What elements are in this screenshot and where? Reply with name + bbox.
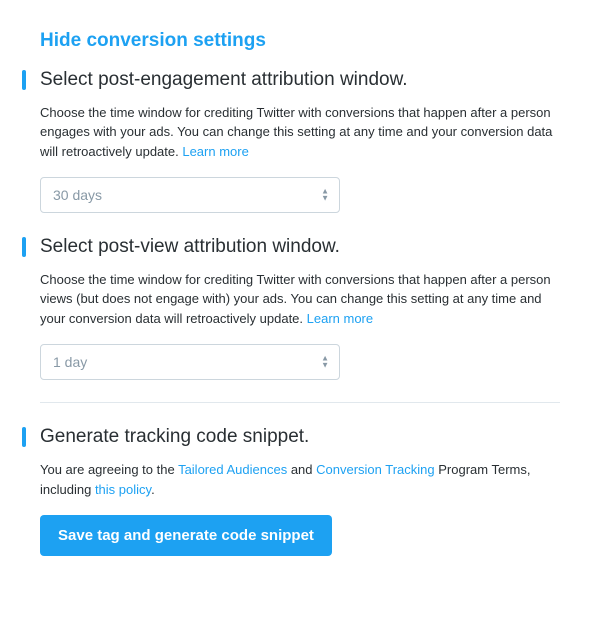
chevron-updown-icon: ▲▼ xyxy=(321,356,329,369)
conversion-tracking-link[interactable]: Conversion Tracking xyxy=(316,462,435,477)
agree-text-end: . xyxy=(151,482,155,497)
this-policy-link[interactable]: this policy xyxy=(95,482,151,497)
desc-text: Choose the time window for crediting Twi… xyxy=(40,105,552,159)
post-view-select-wrap: 1 day ▲▼ xyxy=(40,344,340,380)
generate-title: Generate tracking code snippet. xyxy=(40,425,560,450)
post-engagement-description: Choose the time window for crediting Twi… xyxy=(40,103,560,162)
select-value: 1 day xyxy=(53,354,87,370)
learn-more-link[interactable]: Learn more xyxy=(307,311,373,326)
post-engagement-section: Select post-engagement attribution windo… xyxy=(40,68,560,213)
section-indicator xyxy=(22,70,26,90)
save-tag-button[interactable]: Save tag and generate code snippet xyxy=(40,515,332,556)
post-view-title: Select post-view attribution window. xyxy=(40,235,560,260)
desc-text: Choose the time window for crediting Twi… xyxy=(40,272,551,326)
post-engagement-title: Select post-engagement attribution windo… xyxy=(40,68,560,93)
post-engagement-select-wrap: 30 days ▲▼ xyxy=(40,177,340,213)
post-view-description: Choose the time window for crediting Twi… xyxy=(40,270,560,329)
generate-section: Generate tracking code snippet. You are … xyxy=(40,425,560,556)
agree-text-mid1: and xyxy=(287,462,316,477)
section-indicator xyxy=(22,237,26,257)
agree-text-pre: You are agreeing to the xyxy=(40,462,178,477)
divider xyxy=(40,402,560,403)
post-view-select[interactable]: 1 day ▲▼ xyxy=(40,344,340,380)
chevron-updown-icon: ▲▼ xyxy=(321,189,329,202)
generate-description: You are agreeing to the Tailored Audienc… xyxy=(40,460,560,499)
post-engagement-select[interactable]: 30 days ▲▼ xyxy=(40,177,340,213)
hide-conversion-settings-link[interactable]: Hide conversion settings xyxy=(40,30,560,52)
learn-more-link[interactable]: Learn more xyxy=(182,144,248,159)
select-value: 30 days xyxy=(53,187,102,203)
tailored-audiences-link[interactable]: Tailored Audiences xyxy=(178,462,287,477)
section-indicator xyxy=(22,427,26,447)
post-view-section: Select post-view attribution window. Cho… xyxy=(40,235,560,380)
